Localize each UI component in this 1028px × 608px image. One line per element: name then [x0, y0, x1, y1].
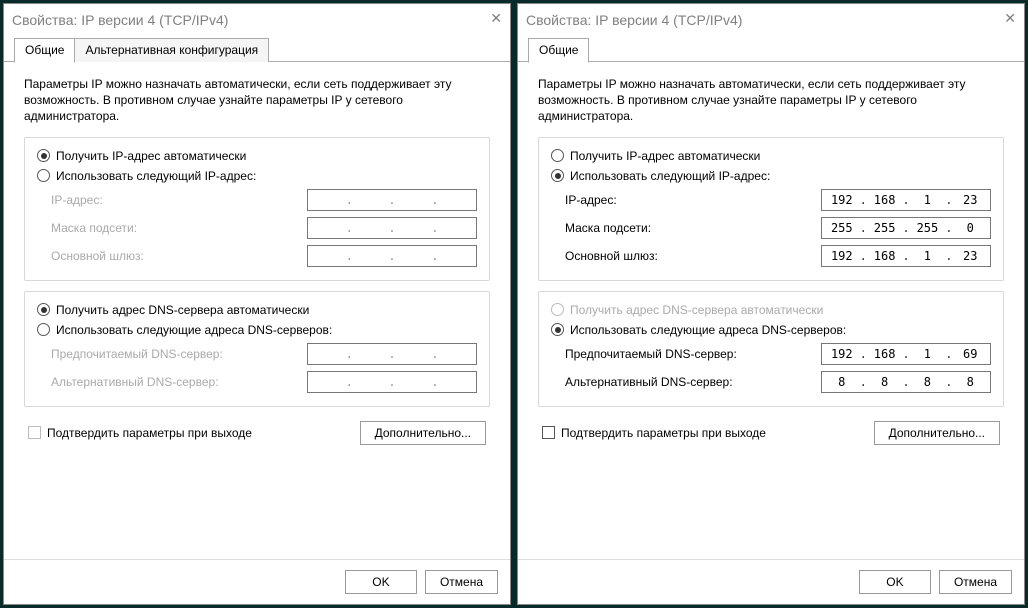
tab-alt-config[interactable]: Альтернативная конфигурация — [74, 38, 269, 62]
tab-strip: Общие — [518, 38, 1024, 62]
titlebar: Свойства: IP версии 4 (TCP/IPv4) ✕ — [518, 4, 1024, 36]
intro-text: Параметры IP можно назначать автоматичес… — [24, 76, 490, 125]
radio-dns-auto[interactable]: Получить адрес DNS-сервера автоматически — [37, 300, 477, 320]
cancel-button[interactable]: Отмена — [939, 570, 1012, 594]
cancel-button[interactable]: Отмена — [425, 570, 498, 594]
intro-text: Параметры IP можно назначать автоматичес… — [538, 76, 1004, 125]
tab-content: Параметры IP можно назначать автоматичес… — [518, 62, 1024, 559]
radio-icon — [551, 149, 564, 162]
validate-label: Подтвердить параметры при выходе — [47, 426, 252, 440]
radio-icon — [551, 303, 564, 316]
window-title: Свойства: IP версии 4 (TCP/IPv4) — [12, 12, 228, 28]
field-mask: Маска подсети: . . . — [37, 214, 477, 242]
radio-icon — [551, 169, 564, 182]
tab-general[interactable]: Общие — [528, 38, 589, 63]
field-gw: Основной шлюз: 192. 168. 1. 23 — [551, 242, 991, 270]
field-dns-pref: Предпочитаемый DNS-сервер: . . . — [37, 340, 477, 368]
radio-icon — [551, 323, 564, 336]
field-dns-alt: Альтернативный DNS-сервер: . . . — [37, 368, 477, 396]
preferred-dns-input: . . . — [307, 343, 477, 365]
field-dns-pref: Предпочитаемый DNS-сервер: 192. 168. 1. … — [551, 340, 991, 368]
dns-group: Получить адрес DNS-сервера автоматически… — [24, 291, 490, 407]
radio-icon — [37, 323, 50, 336]
radio-dns-auto: Получить адрес DNS-сервера автоматически — [551, 300, 991, 320]
radio-icon — [37, 169, 50, 182]
field-dns-alt: Альтернативный DNS-сервер: 8. 8. 8. 8 — [551, 368, 991, 396]
close-icon[interactable]: ✕ — [490, 10, 502, 27]
preferred-dns-input[interactable]: 192. 168. 1. 69 — [821, 343, 991, 365]
advanced-button[interactable]: Дополнительно... — [874, 421, 1000, 445]
gateway-input: . . . — [307, 245, 477, 267]
subnet-mask-input: . . . — [307, 217, 477, 239]
close-icon[interactable]: ✕ — [1004, 10, 1016, 27]
dialog-footer: OK Отмена — [518, 559, 1024, 604]
radio-ip-auto[interactable]: Получить IP-адрес автоматически — [551, 146, 991, 166]
radio-icon — [37, 149, 50, 162]
field-ip: IP-адрес: 192. 168. 1. 23 — [551, 186, 991, 214]
alternate-dns-input: . . . — [307, 371, 477, 393]
tab-general[interactable]: Общие — [14, 38, 75, 63]
tab-strip: Общие Альтернативная конфигурация — [4, 38, 510, 62]
field-gw: Основной шлюз: . . . — [37, 242, 477, 270]
ip-group: Получить IP-адрес автоматически Использо… — [538, 137, 1004, 281]
checkbox-icon — [542, 426, 555, 439]
radio-dns-manual[interactable]: Использовать следующие адреса DNS-сервер… — [551, 320, 991, 340]
validate-checkbox-row[interactable]: Подтвердить параметры при выходе — [28, 423, 252, 443]
validate-checkbox-row[interactable]: Подтвердить параметры при выходе — [542, 423, 766, 443]
dns-group: Получить адрес DNS-сервера автоматически… — [538, 291, 1004, 407]
titlebar: Свойства: IP версии 4 (TCP/IPv4) ✕ — [4, 4, 510, 36]
radio-ip-manual[interactable]: Использовать следующий IP-адрес: — [37, 166, 477, 186]
checkbox-icon — [28, 426, 41, 439]
window-title: Свойства: IP версии 4 (TCP/IPv4) — [526, 12, 742, 28]
ok-button[interactable]: OK — [345, 570, 417, 594]
field-ip: IP-адрес: . . . — [37, 186, 477, 214]
ip-group: Получить IP-адрес автоматически Использо… — [24, 137, 490, 281]
alternate-dns-input[interactable]: 8. 8. 8. 8 — [821, 371, 991, 393]
radio-icon — [37, 303, 50, 316]
radio-ip-manual[interactable]: Использовать следующий IP-адрес: — [551, 166, 991, 186]
radio-dns-manual[interactable]: Использовать следующие адреса DNS-сервер… — [37, 320, 477, 340]
tab-content: Параметры IP можно назначать автоматичес… — [4, 62, 510, 559]
bottom-row: Подтвердить параметры при выходе Дополни… — [538, 421, 1004, 445]
ok-button[interactable]: OK — [859, 570, 931, 594]
validate-label: Подтвердить параметры при выходе — [561, 426, 766, 440]
radio-ip-auto[interactable]: Получить IP-адрес автоматически — [37, 146, 477, 166]
gateway-input[interactable]: 192. 168. 1. 23 — [821, 245, 991, 267]
bottom-row: Подтвердить параметры при выходе Дополни… — [24, 421, 490, 445]
ipv4-properties-window-right: Свойства: IP версии 4 (TCP/IPv4) ✕ Общие… — [517, 3, 1025, 605]
ip-address-input[interactable]: 192. 168. 1. 23 — [821, 189, 991, 211]
dialog-footer: OK Отмена — [4, 559, 510, 604]
ip-address-input: . . . — [307, 189, 477, 211]
ipv4-properties-window-left: Свойства: IP версии 4 (TCP/IPv4) ✕ Общие… — [3, 3, 511, 605]
subnet-mask-input[interactable]: 255. 255. 255. 0 — [821, 217, 991, 239]
advanced-button[interactable]: Дополнительно... — [360, 421, 486, 445]
field-mask: Маска подсети: 255. 255. 255. 0 — [551, 214, 991, 242]
